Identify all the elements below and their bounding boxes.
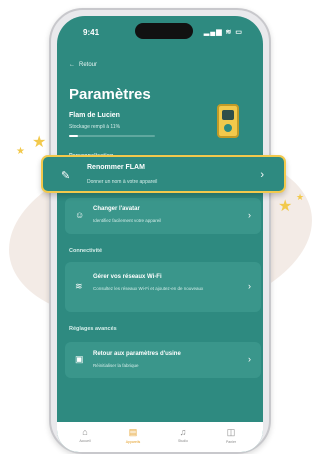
status-time: 9:41 bbox=[83, 28, 100, 37]
change-avatar-item[interactable]: ☺ Changer l'avatar Identifiez facilement… bbox=[65, 198, 261, 234]
status-icons: ▂▄▆ ≋ ▭ bbox=[203, 29, 243, 36]
reset-icon: ▣ bbox=[75, 354, 84, 364]
storage-label: Stockage rempli à 11% bbox=[69, 124, 121, 130]
back-label: Retour bbox=[79, 62, 98, 68]
star-icon: ★ bbox=[16, 146, 25, 157]
device-illustration bbox=[217, 104, 239, 138]
change-avatar-subtitle: Identifiez facilement votre appareil bbox=[93, 218, 162, 223]
star-icon: ★ bbox=[296, 192, 305, 202]
tab-studio[interactable]: ♫ Studio bbox=[163, 427, 203, 443]
factory-reset-subtitle: Réinitialiser la fabrique bbox=[93, 363, 139, 368]
storage-bar-fill bbox=[69, 135, 79, 137]
page-title: Paramètres bbox=[69, 86, 151, 103]
avatar-icon: ☺ bbox=[75, 210, 85, 220]
wifi-subtitle: Consultez les réseaux Wi-Fi et ajoutez-e… bbox=[93, 286, 204, 291]
dynamic-island bbox=[135, 23, 193, 39]
tab-label: Panier bbox=[225, 440, 237, 444]
wifi-title: Gérer vos réseaux Wi-Fi bbox=[93, 274, 162, 280]
phone-frame: 9:41 ▂▄▆ ≋ ▭ ← Retour Paramètres Flam de … bbox=[49, 8, 271, 454]
wifi-icon: ≋ bbox=[75, 281, 83, 291]
tab-bar: ⌂ Accueil ▤ Appareils ♫ Studio ◫ Panier bbox=[57, 422, 263, 452]
tab-label: Studio bbox=[178, 439, 188, 443]
wifi-item[interactable]: ≋ Gérer vos réseaux Wi-Fi Consultez les … bbox=[65, 262, 261, 312]
tab-appareils[interactable]: ▤ Appareils bbox=[113, 427, 153, 444]
section-reglages-avances: Réglages avancés bbox=[69, 326, 117, 332]
chevron-right-icon: › bbox=[248, 281, 251, 291]
rename-flam-subtitle: Donner un nom à votre appareil bbox=[87, 179, 158, 185]
tab-panier[interactable]: ◫ Panier bbox=[211, 427, 251, 444]
device-icon: ▤ bbox=[128, 427, 138, 437]
phone-screen: 9:41 ▂▄▆ ≋ ▭ ← Retour Paramètres Flam de … bbox=[57, 16, 263, 452]
factory-reset-item[interactable]: ▣ Retour aux paramètres d'usine Réinitia… bbox=[65, 342, 261, 378]
star-icon: ★ bbox=[32, 134, 47, 151]
mic-icon: ♫ bbox=[179, 427, 187, 437]
rename-flam-title: Renommer FLAM bbox=[87, 164, 145, 171]
chevron-right-icon: › bbox=[248, 210, 251, 220]
back-button[interactable]: ← Retour bbox=[69, 62, 97, 68]
stage: 9:41 ▂▄▆ ≋ ▭ ← Retour Paramètres Flam de … bbox=[0, 0, 321, 454]
storage-bar bbox=[69, 135, 155, 137]
tab-label: Accueil bbox=[79, 439, 91, 443]
star-icon: ★ bbox=[278, 198, 293, 215]
bag-icon: ◫ bbox=[226, 427, 236, 437]
rename-flam-item[interactable]: ✎ Renommer FLAM Donner un nom à votre ap… bbox=[41, 155, 286, 193]
pencil-icon: ✎ bbox=[61, 170, 71, 182]
device-name: Flam de Lucien bbox=[69, 112, 120, 119]
chevron-right-icon: › bbox=[248, 354, 251, 364]
tab-accueil[interactable]: ⌂ Accueil bbox=[65, 427, 105, 443]
change-avatar-title: Changer l'avatar bbox=[93, 206, 140, 212]
home-icon: ⌂ bbox=[82, 427, 88, 437]
section-connectivite: Connectivité bbox=[69, 248, 103, 254]
factory-reset-title: Retour aux paramètres d'usine bbox=[93, 351, 181, 357]
tab-label: Appareils bbox=[125, 440, 141, 444]
back-arrow-icon: ← bbox=[69, 62, 75, 68]
chevron-right-icon: › bbox=[260, 169, 264, 181]
